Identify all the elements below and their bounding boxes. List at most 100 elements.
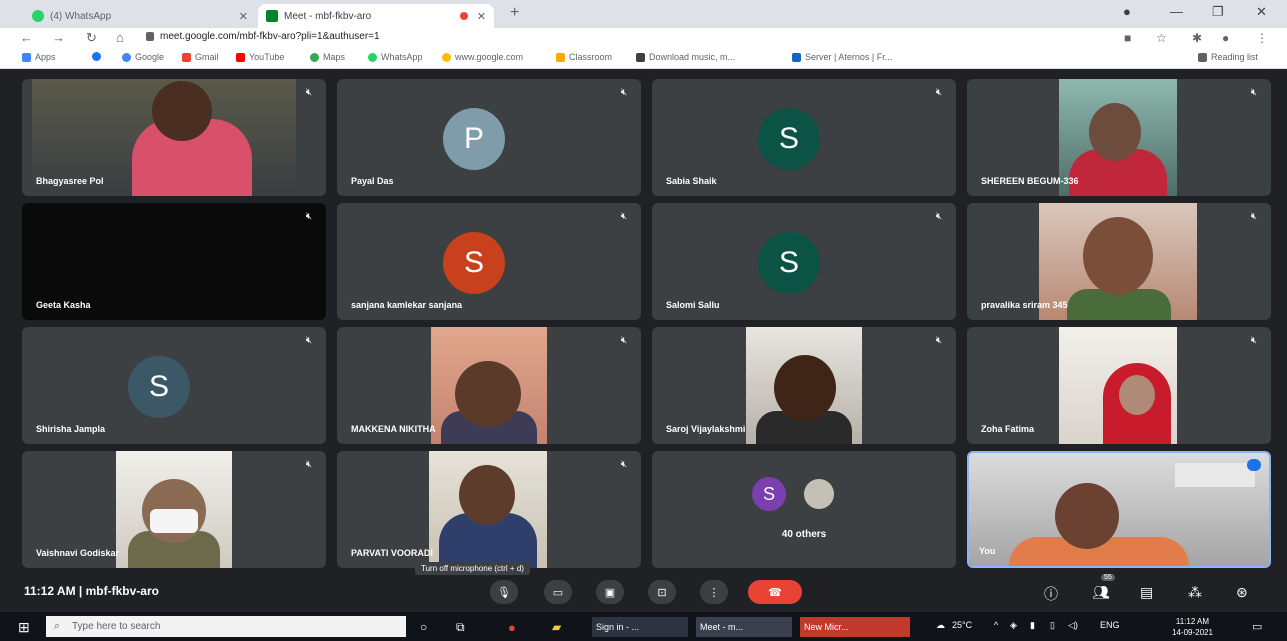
participant-video	[429, 451, 547, 568]
participant-tile[interactable]: 🔇︎ Vaishnavi Godiskar	[22, 451, 326, 568]
bookmark-maps[interactable]: Maps	[310, 52, 345, 62]
settings-icon[interactable]	[92, 52, 105, 61]
bookmark-apps[interactable]: Apps	[22, 52, 56, 62]
participant-name: Bhagyasree Pol	[36, 176, 104, 186]
windows-start-icon[interactable]: ⊞	[18, 619, 30, 636]
taskbar-app-meet[interactable]: Meet - m...	[696, 617, 792, 637]
file-explorer-icon[interactable]: ▰	[552, 617, 561, 637]
url-field[interactable]: meet.google.com/mbf-fkbv-aro?pli=1&authu…	[160, 31, 380, 42]
new-tab-button[interactable]: +	[510, 4, 519, 22]
network-icon[interactable]: ◈	[1010, 620, 1017, 631]
people-icon[interactable]: 👥︎	[1092, 584, 1110, 601]
extensions-icon[interactable]: ✱	[1192, 31, 1202, 45]
search-icon: ⌕	[54, 620, 61, 632]
cortana-icon[interactable]: ○	[420, 617, 427, 637]
google-icon	[442, 52, 451, 62]
bookmark-gmail[interactable]: Gmail	[182, 52, 219, 62]
others-tile[interactable]: S 40 others	[652, 451, 956, 568]
maps-icon	[310, 52, 319, 62]
participant-name: SHEREEN BEGUM-336	[981, 176, 1079, 186]
participant-video	[431, 327, 547, 444]
tray-chevron-icon[interactable]: ^	[994, 620, 998, 630]
bookmark-google-com[interactable]: www.google.com	[442, 52, 523, 62]
camera-button[interactable]: ▭	[544, 580, 572, 604]
taskbar-search-input[interactable]: ⌕ Type here to search	[46, 616, 406, 637]
tab-meet[interactable]: Meet - mbf-fkbv-aro ✕	[258, 4, 494, 28]
more-options-button[interactable]: ⋮	[700, 580, 728, 604]
gmail-icon	[182, 52, 191, 62]
participant-name: Zoha Fatima	[981, 424, 1035, 434]
avatar[interactable]: ●	[1222, 31, 1229, 45]
mic-off-icon: 🔇︎	[935, 211, 942, 222]
participant-tile[interactable]: 🔇︎ SHEREEN BEGUM-336	[967, 79, 1271, 196]
participant-tile[interactable]: P 🔇︎ Payal Das	[337, 79, 641, 196]
star-icon[interactable]: ☆	[1156, 31, 1167, 45]
notifications-icon[interactable]: ▭	[1252, 620, 1262, 633]
participant-name: PARVATI VOORADI	[351, 548, 433, 558]
participant-tile[interactable]: 🔇︎ Geeta Kasha	[22, 203, 326, 320]
bookmark-google[interactable]: Google	[122, 52, 164, 62]
taskbar-app-chrome-signin[interactable]: Sign in - ...	[592, 617, 688, 637]
battery-icon[interactable]: ▮	[1030, 620, 1035, 631]
participant-tile[interactable]: 🔇︎ pravalika sriram 345	[967, 203, 1271, 320]
participant-tile[interactable]: 🔇︎ Saroj Vijaylakshmi	[652, 327, 956, 444]
tooltip: Turn off microphone (ctrl + d)	[415, 562, 530, 575]
participant-tile[interactable]: 🔇︎ Zoha Fatima	[967, 327, 1271, 444]
chat-icon[interactable]: ▤	[1140, 584, 1153, 601]
tab-whatsapp[interactable]: (4) WhatsApp ✕	[24, 4, 256, 28]
reload-icon[interactable]: ↻	[86, 30, 97, 46]
participant-tile[interactable]: 🔇︎ Bhagyasree Pol	[22, 79, 326, 196]
participant-tile[interactable]: 🔇︎ PARVATI VOORADI	[337, 451, 641, 568]
home-icon[interactable]: ⌂	[116, 30, 124, 45]
host-controls-icon[interactable]: ⊛	[1236, 584, 1248, 601]
leave-call-button[interactable]: ☎︎	[748, 580, 802, 604]
chrome-icon[interactable]: ●	[508, 617, 516, 637]
bookmark-whatsapp[interactable]: WhatsApp	[368, 52, 423, 62]
forward-icon[interactable]: →	[52, 30, 65, 45]
back-icon[interactable]: ←	[20, 30, 33, 45]
meeting-time: 11:12 AM	[24, 584, 76, 598]
participant-video	[1059, 327, 1177, 444]
self-tile[interactable]: You	[967, 451, 1271, 568]
bookmark-classroom[interactable]: Classroom	[556, 52, 612, 62]
present-button[interactable]: ⊡	[648, 580, 676, 604]
whatsapp-icon	[32, 10, 44, 22]
menu-icon[interactable]: ⋮	[1256, 31, 1268, 45]
participant-name: Salomi Sallu	[666, 300, 720, 310]
participant-tile[interactable]: S 🔇︎ Shirisha Jampla	[22, 327, 326, 444]
bookmark-aternos[interactable]: Server | Aternos | Fr...	[792, 52, 892, 62]
clock-time: 11:12 AM	[1175, 617, 1210, 626]
close-window-icon[interactable]: ✕	[1256, 4, 1267, 20]
taskbar-app-word[interactable]: New Micr...	[800, 617, 910, 637]
participant-video	[746, 327, 862, 444]
bookmark-youtube[interactable]: YouTube	[236, 52, 284, 62]
camera-indicator-icon[interactable]: ■	[1124, 31, 1131, 45]
participant-tile[interactable]: S 🔇︎ Salomi Sallu	[652, 203, 956, 320]
taskbar-clock[interactable]: 11:12 AM 14-09-2021	[1172, 616, 1213, 638]
bookmark-download-music[interactable]: Download music, m...	[636, 52, 735, 62]
minimize-icon[interactable]: —	[1170, 4, 1183, 19]
reading-list[interactable]: Reading list	[1198, 52, 1258, 62]
wifi-icon[interactable]: ▯	[1050, 620, 1055, 631]
activities-icon[interactable]: ⁂	[1188, 584, 1202, 601]
participant-tile[interactable]: S 🔇︎ sanjana kamlekar sanjana	[337, 203, 641, 320]
volume-icon[interactable]: ◁)	[1068, 620, 1078, 631]
mic-off-icon: 🔇︎	[1250, 335, 1257, 346]
classroom-icon	[556, 52, 565, 62]
language-indicator[interactable]: ENG	[1100, 620, 1120, 630]
weather-icon[interactable]: ☁︎	[936, 620, 945, 631]
close-icon[interactable]: ✕	[239, 10, 248, 23]
mic-off-icon: 🔇︎	[305, 459, 312, 470]
mic-off-icon: 🔇︎	[620, 87, 627, 98]
mic-button[interactable]: 🎙︎	[490, 580, 518, 604]
captions-button[interactable]: ▣	[596, 580, 624, 604]
maximize-icon[interactable]: ❐	[1212, 4, 1224, 20]
participant-name: Payal Das	[351, 176, 394, 186]
close-icon[interactable]: ✕	[477, 10, 486, 23]
task-view-icon[interactable]: ⧉	[456, 617, 465, 637]
participant-name: Sabia Shaik	[666, 176, 717, 186]
info-icon[interactable]: ⓘ	[1044, 584, 1058, 604]
profile-icon[interactable]: ●	[1123, 4, 1131, 19]
participant-tile[interactable]: 🔇︎ MAKKENA NIKITHA	[337, 327, 641, 444]
participant-tile[interactable]: S 🔇︎ Sabia Shaik	[652, 79, 956, 196]
